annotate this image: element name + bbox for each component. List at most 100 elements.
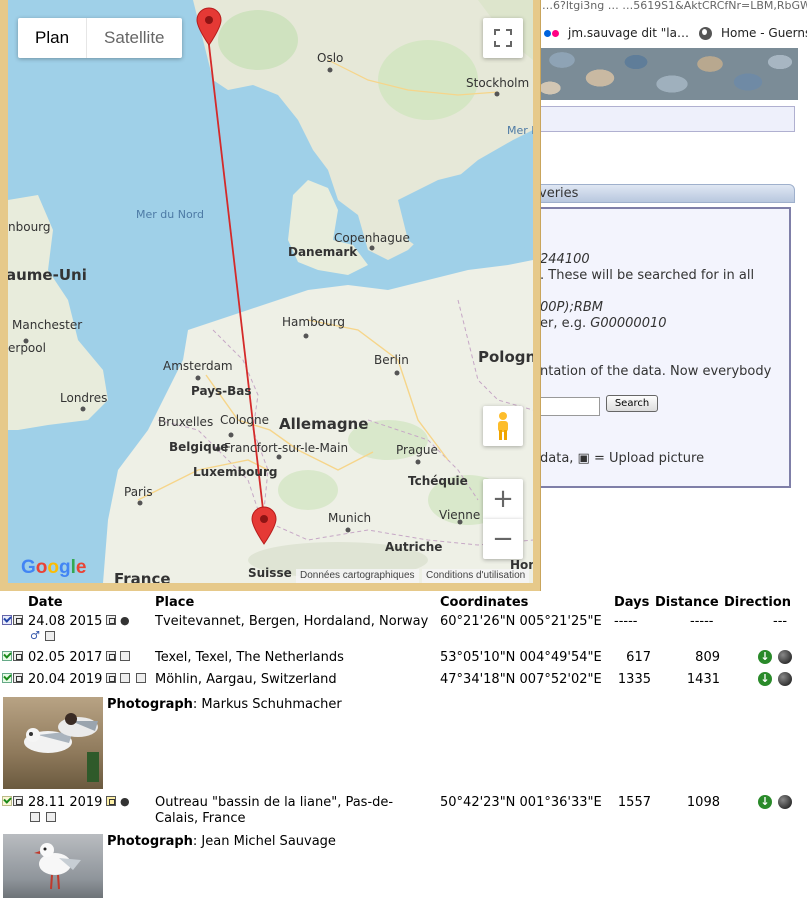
map-label-city: Munich <box>328 511 372 525</box>
map-label-country: Luxembourg <box>193 465 278 479</box>
col-header-distance: Distance <box>655 595 719 610</box>
map-label-country: Suisse <box>248 566 292 580</box>
map-label-country: Tchéquie <box>408 474 468 488</box>
map-canvas[interactable]: Oslo Stockholm Mer B Mer du Nord nbourg … <box>8 0 533 583</box>
map-label-country: Pologn <box>478 348 533 366</box>
info-line: 244100 <box>540 252 590 267</box>
bird-icon: ● <box>120 795 130 808</box>
direction-arrow-icon: ↓ <box>758 650 772 664</box>
row-direction: --- <box>773 614 788 629</box>
map-label-city: Vienne <box>439 508 481 522</box>
street-view-button[interactable] <box>483 406 523 446</box>
zoom-out-button[interactable]: − <box>483 519 523 559</box>
row-distance: 1098 <box>686 795 720 810</box>
google-logo: Google <box>21 557 87 578</box>
map-label-sea: Mer B <box>507 124 533 137</box>
row-coordinates: 50°42'23"N 001°36'33"E <box>440 795 602 810</box>
row-date: 20.04 2019 <box>28 672 103 687</box>
map-label-city: Manchester <box>12 318 83 332</box>
bookmark-guernsey[interactable]: Home - Guernse <box>699 26 807 40</box>
globe-icon <box>699 26 712 40</box>
map-label-city: erpool <box>8 341 46 355</box>
photo-credit: Photograph: Jean Michel Sauvage <box>107 834 336 849</box>
ring-icon[interactable] <box>46 812 56 822</box>
row-days: 617 <box>626 650 651 665</box>
info-panel: 244100 . These will be searched for in a… <box>532 207 791 488</box>
moon-icon <box>778 672 792 686</box>
row-place: Calais, France <box>155 811 246 826</box>
col-header-coordinates: Coordinates <box>440 595 529 610</box>
marker-pin-icon[interactable] <box>250 505 278 545</box>
picture-upload-icon[interactable] <box>13 651 23 661</box>
picture-upload-icon[interactable] <box>13 615 23 625</box>
pebble-banner-image <box>540 48 798 100</box>
ring-icon[interactable] <box>120 651 130 661</box>
picture-icon[interactable] <box>120 673 130 683</box>
photo-credit: Photograph: Markus Schuhmacher <box>107 697 342 712</box>
map-terrain <box>8 0 533 583</box>
map-label-country: Autriche <box>385 540 443 554</box>
map-icon[interactable] <box>106 615 116 625</box>
bookmarks-bar: jm.sauvage dit "la… Home - Guernse <box>540 20 807 46</box>
map-label-city: Amsterdam <box>163 359 233 373</box>
map-label-city: Oslo <box>317 51 344 65</box>
row-coordinates: 47°34'18"N 007°52'02"E <box>440 672 602 687</box>
map-label-city: Hambourg <box>282 315 345 329</box>
row-checkbox[interactable] <box>2 651 12 661</box>
map-data-attribution[interactable]: Données cartographiques <box>296 569 419 583</box>
ring-icon[interactable] <box>136 673 146 683</box>
row-coordinates: 60°21'26"N 005°21'25"E <box>440 614 602 629</box>
col-header-direction: Direction <box>724 595 792 610</box>
flickr-icon <box>544 28 560 38</box>
row-checkbox[interactable] <box>2 673 12 683</box>
col-header-place: Place <box>155 595 195 610</box>
bird-photo[interactable] <box>3 697 103 789</box>
map-icon[interactable] <box>106 796 116 806</box>
address-text: …6?ltgi3ng … …5619S1&AktCRCfNr=LBM,RbGW(… <box>542 0 807 12</box>
minus-icon: − <box>492 524 514 554</box>
plus-icon: + <box>492 484 514 514</box>
map-icon[interactable] <box>106 651 116 661</box>
map-type-plan-button[interactable]: Plan <box>18 18 86 58</box>
map-label-country: Pays-Bas <box>191 384 252 398</box>
map-type-satellite-button[interactable]: Satellite <box>86 18 181 58</box>
map-label-country: Allemagne <box>279 415 369 433</box>
direction-arrow-icon: ↓ <box>758 672 772 686</box>
map-label-city: Stockholm <box>466 76 530 90</box>
bookmark-flickr[interactable]: jm.sauvage dit "la… <box>540 26 689 40</box>
row-days: 1335 <box>617 672 651 687</box>
row-checkbox[interactable] <box>2 796 12 806</box>
tab-queries[interactable]: veries <box>532 184 795 203</box>
row-place: Outreau "bassin de la liane", Pas-de- <box>155 795 394 810</box>
map-label-city: Berlin <box>374 353 409 367</box>
picture-upload-icon[interactable] <box>13 673 23 683</box>
map-terms-link[interactable]: Conditions d'utilisation <box>422 569 530 583</box>
ring-icon[interactable] <box>45 631 55 641</box>
row-distance: 809 <box>695 650 720 665</box>
marker-pin-icon[interactable] <box>195 6 223 46</box>
moon-icon <box>778 650 792 664</box>
row-distance: 1431 <box>686 672 720 687</box>
map-label-city: Bruxelles <box>158 415 214 429</box>
search-button[interactable]: Search <box>606 395 658 412</box>
row-days: 1557 <box>617 795 651 810</box>
picture-upload-icon[interactable] <box>13 796 23 806</box>
bird-photo[interactable] <box>3 834 103 898</box>
row-date: 24.08 2015 <box>28 614 103 629</box>
map-label-sea: Mer du Nord <box>136 208 204 221</box>
fullscreen-button[interactable] <box>483 18 523 58</box>
row-checkbox[interactable] <box>2 615 12 625</box>
ring-search-input[interactable] <box>540 397 600 416</box>
map-label-city: Cologne <box>220 413 270 427</box>
info-line: . These will be searched for in all <box>540 268 755 283</box>
info-line: 00P);RBM <box>540 300 604 315</box>
gull-photo-image <box>34 843 81 890</box>
map-label-city: Copenhague <box>334 231 410 245</box>
zoom-in-button[interactable]: + <box>483 479 523 519</box>
picture-icon[interactable] <box>30 812 40 822</box>
col-header-date: Date <box>28 595 63 610</box>
map-label-city: nbourg <box>8 220 51 234</box>
row-date: 28.11 2019 <box>28 795 103 810</box>
row-coordinates: 53°05'10"N 004°49'54"E <box>440 650 602 665</box>
map-icon[interactable] <box>106 673 116 683</box>
